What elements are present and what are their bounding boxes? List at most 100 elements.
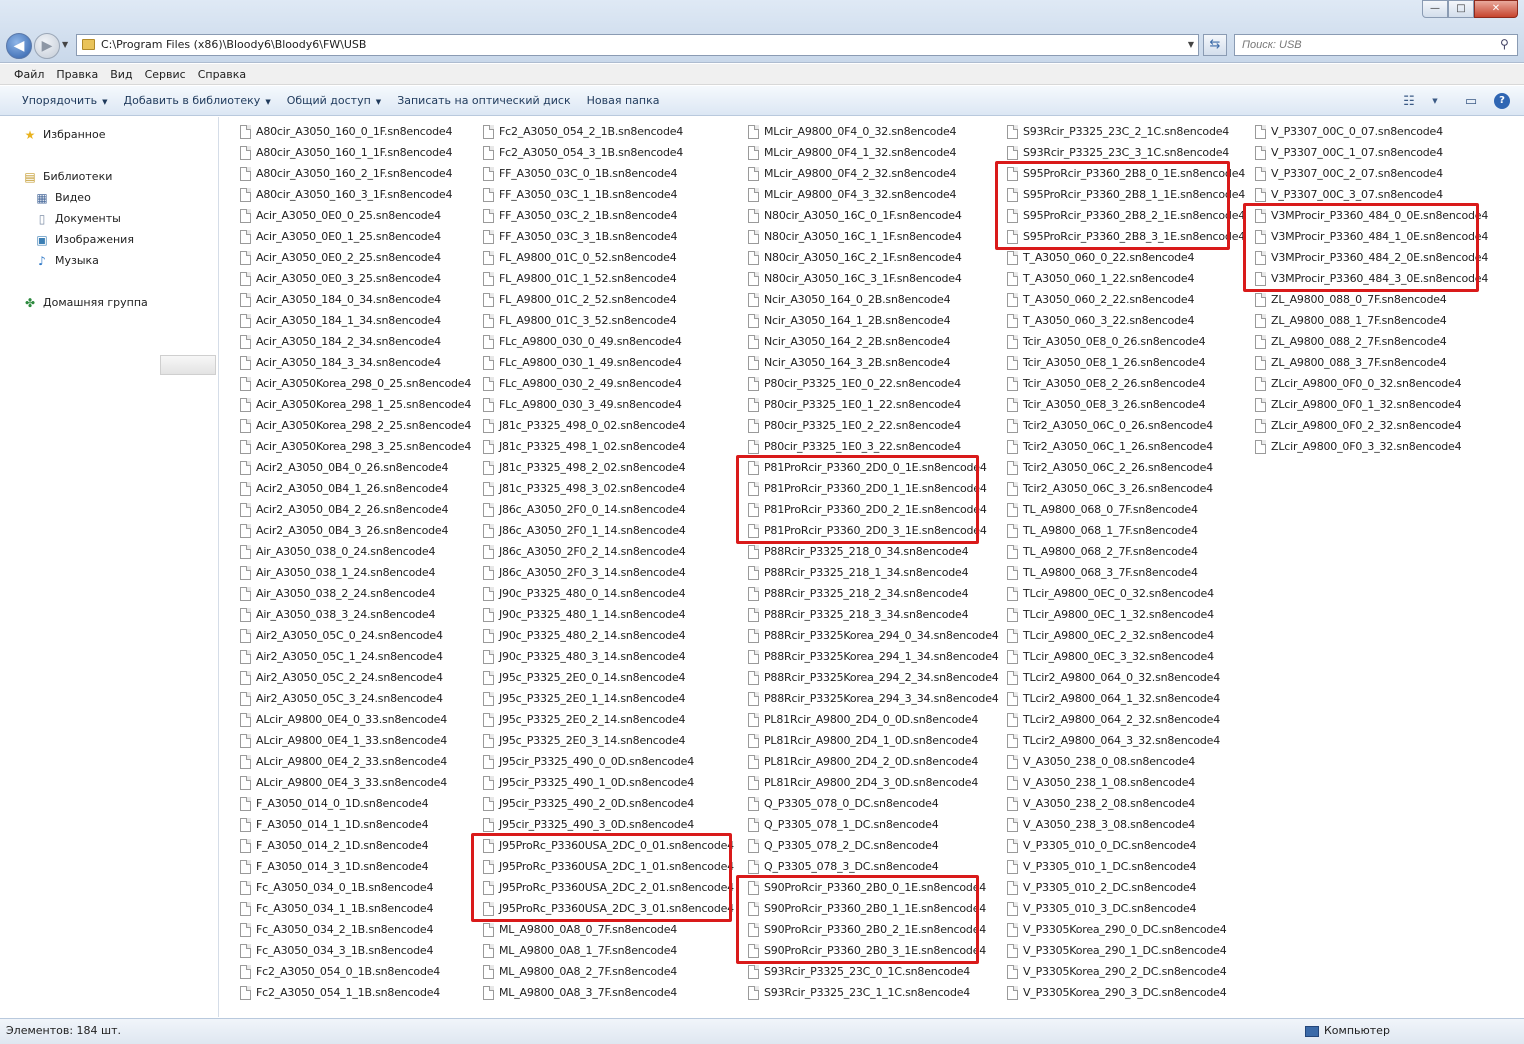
file-item[interactable]: TLcir_A9800_0EC_2_32.sn8encode4 (1007, 625, 1245, 646)
file-item[interactable]: Tcir2_A3050_06C_2_26.sn8encode4 (1007, 457, 1245, 478)
file-item[interactable]: N80cir_A3050_16C_3_1F.sn8encode4 (748, 268, 999, 289)
file-item[interactable]: J86c_A3050_2F0_1_14.sn8encode4 (483, 520, 734, 541)
file-item[interactable]: Ncir_A3050_164_2_2B.sn8encode4 (748, 331, 999, 352)
forward-button[interactable]: ▶ (34, 33, 60, 59)
file-item[interactable]: Fc2_A3050_054_3_1B.sn8encode4 (483, 142, 734, 163)
nav-libraries[interactable]: ▤ Библиотеки (22, 169, 112, 185)
file-item[interactable]: FL_A9800_01C_3_52.sn8encode4 (483, 310, 734, 331)
file-item[interactable]: V_A3050_238_3_08.sn8encode4 (1007, 814, 1245, 835)
file-item[interactable]: V_P3305_010_2_DC.sn8encode4 (1007, 877, 1245, 898)
nav-video[interactable]: ▦ Видео (34, 190, 90, 206)
file-item[interactable]: Fc2_A3050_054_0_1B.sn8encode4 (240, 961, 471, 982)
file-item[interactable]: N80cir_A3050_16C_1_1F.sn8encode4 (748, 226, 999, 247)
file-item[interactable]: Ncir_A3050_164_0_2B.sn8encode4 (748, 289, 999, 310)
file-item[interactable]: Tcir_A3050_0E8_1_26.sn8encode4 (1007, 352, 1245, 373)
file-item[interactable]: Air_A3050_038_1_24.sn8encode4 (240, 562, 471, 583)
minimize-button[interactable]: — (1422, 0, 1448, 18)
file-item[interactable]: PL81Rcir_A9800_2D4_2_0D.sn8encode4 (748, 751, 999, 772)
file-item[interactable]: TLcir2_A9800_064_1_32.sn8encode4 (1007, 688, 1245, 709)
file-item[interactable]: ALcir_A9800_0E4_0_33.sn8encode4 (240, 709, 471, 730)
address-bar[interactable]: C:\Program Files (x86)\Bloody6\Bloody6\F… (76, 34, 1199, 56)
file-item[interactable]: Acir_A3050_184_3_34.sn8encode4 (240, 352, 471, 373)
back-button[interactable]: ◀ (6, 33, 32, 59)
file-item[interactable]: ALcir_A9800_0E4_1_33.sn8encode4 (240, 730, 471, 751)
file-item[interactable]: FLc_A9800_030_3_49.sn8encode4 (483, 394, 734, 415)
nav-images[interactable]: ▣ Изображения (34, 232, 134, 248)
file-item[interactable]: Acir_A3050_0E0_1_25.sn8encode4 (240, 226, 471, 247)
file-item[interactable]: J86c_A3050_2F0_2_14.sn8encode4 (483, 541, 734, 562)
file-item[interactable]: S93Rcir_P3325_23C_1_1C.sn8encode4 (748, 982, 999, 1003)
menu-view[interactable]: Вид (104, 64, 138, 84)
help-icon[interactable]: ? (1494, 93, 1510, 109)
file-item[interactable]: P80cir_P3325_1E0_3_22.sn8encode4 (748, 436, 999, 457)
file-item[interactable]: Tcir2_A3050_06C_3_26.sn8encode4 (1007, 478, 1245, 499)
file-item[interactable]: F_A3050_014_2_1D.sn8encode4 (240, 835, 471, 856)
file-item[interactable]: F_A3050_014_0_1D.sn8encode4 (240, 793, 471, 814)
file-item[interactable]: Acir_A3050_0E0_0_25.sn8encode4 (240, 205, 471, 226)
file-item[interactable]: T_A3050_060_3_22.sn8encode4 (1007, 310, 1245, 331)
file-item[interactable]: FF_A3050_03C_1_1B.sn8encode4 (483, 184, 734, 205)
file-item[interactable]: P88Rcir_P3325_218_1_34.sn8encode4 (748, 562, 999, 583)
file-item[interactable]: S93Rcir_P3325_23C_2_1C.sn8encode4 (1007, 121, 1245, 142)
file-item[interactable]: TLcir2_A9800_064_2_32.sn8encode4 (1007, 709, 1245, 730)
file-item[interactable]: MLcir_A9800_0F4_0_32.sn8encode4 (748, 121, 999, 142)
file-item[interactable]: J90c_P3325_480_0_14.sn8encode4 (483, 583, 734, 604)
file-item[interactable]: FF_A3050_03C_0_1B.sn8encode4 (483, 163, 734, 184)
file-item[interactable]: V_A3050_238_1_08.sn8encode4 (1007, 772, 1245, 793)
burn-button[interactable]: Записать на оптический диск (389, 94, 578, 107)
file-item[interactable]: P88Rcir_P3325Korea_294_0_34.sn8encode4 (748, 625, 999, 646)
file-item[interactable]: J90c_P3325_480_3_14.sn8encode4 (483, 646, 734, 667)
file-item[interactable]: N80cir_A3050_16C_2_1F.sn8encode4 (748, 247, 999, 268)
file-item[interactable]: J95cir_P3325_490_3_0D.sn8encode4 (483, 814, 734, 835)
file-item[interactable]: P88Rcir_P3325Korea_294_3_34.sn8encode4 (748, 688, 999, 709)
file-item[interactable]: MLcir_A9800_0F4_1_32.sn8encode4 (748, 142, 999, 163)
file-item[interactable]: Fc2_A3050_054_2_1B.sn8encode4 (483, 121, 734, 142)
file-item[interactable]: V_P3305Korea_290_1_DC.sn8encode4 (1007, 940, 1245, 961)
file-item[interactable]: PL81Rcir_A9800_2D4_0_0D.sn8encode4 (748, 709, 999, 730)
file-item[interactable]: Tcir_A3050_0E8_3_26.sn8encode4 (1007, 394, 1245, 415)
file-item[interactable]: Air2_A3050_05C_0_24.sn8encode4 (240, 625, 471, 646)
file-item[interactable]: V_P3305Korea_290_0_DC.sn8encode4 (1007, 919, 1245, 940)
file-item[interactable]: J90c_P3325_480_1_14.sn8encode4 (483, 604, 734, 625)
file-item[interactable]: Acir_A3050_184_1_34.sn8encode4 (240, 310, 471, 331)
menu-file[interactable]: Файл (8, 64, 50, 84)
file-item[interactable]: TLcir2_A9800_064_3_32.sn8encode4 (1007, 730, 1245, 751)
file-item[interactable]: Acir_A3050_0E0_3_25.sn8encode4 (240, 268, 471, 289)
file-item[interactable]: J90c_P3325_480_2_14.sn8encode4 (483, 625, 734, 646)
file-item[interactable]: J81c_P3325_498_3_02.sn8encode4 (483, 478, 734, 499)
file-item[interactable]: Q_P3305_078_0_DC.sn8encode4 (748, 793, 999, 814)
file-item[interactable]: Air2_A3050_05C_3_24.sn8encode4 (240, 688, 471, 709)
file-item[interactable]: MLcir_A9800_0F4_2_32.sn8encode4 (748, 163, 999, 184)
file-item[interactable]: P88Rcir_P3325Korea_294_1_34.sn8encode4 (748, 646, 999, 667)
file-item[interactable]: ALcir_A9800_0E4_2_33.sn8encode4 (240, 751, 471, 772)
file-item[interactable]: J81c_P3325_498_0_02.sn8encode4 (483, 415, 734, 436)
file-item[interactable]: S93Rcir_P3325_23C_0_1C.sn8encode4 (748, 961, 999, 982)
file-item[interactable]: Acir_A3050_184_2_34.sn8encode4 (240, 331, 471, 352)
address-path[interactable]: C:\Program Files (x86)\Bloody6\Bloody6\F… (101, 38, 366, 51)
file-item[interactable]: Fc_A3050_034_2_1B.sn8encode4 (240, 919, 471, 940)
file-item[interactable]: V_P3305_010_0_DC.sn8encode4 (1007, 835, 1245, 856)
file-item[interactable]: F_A3050_014_1_1D.sn8encode4 (240, 814, 471, 835)
file-item[interactable]: P80cir_P3325_1E0_0_22.sn8encode4 (748, 373, 999, 394)
file-item[interactable]: ZLcir_A9800_0F0_0_32.sn8encode4 (1255, 373, 1488, 394)
menu-tools[interactable]: Сервис (139, 64, 192, 84)
horizontal-scrollbar[interactable] (160, 355, 216, 375)
search-icon[interactable]: ⚲ (1500, 37, 1509, 51)
file-item[interactable]: Acir2_A3050_0B4_0_26.sn8encode4 (240, 457, 471, 478)
file-item[interactable]: Ncir_A3050_164_1_2B.sn8encode4 (748, 310, 999, 331)
file-item[interactable]: V_P3305Korea_290_2_DC.sn8encode4 (1007, 961, 1245, 982)
file-item[interactable]: TL_A9800_068_1_7F.sn8encode4 (1007, 520, 1245, 541)
close-button[interactable]: ✕ (1474, 0, 1518, 18)
add-to-library-button[interactable]: Добавить в библиотеку ▼ (116, 94, 279, 107)
recent-pages-dropdown[interactable]: ▼ (62, 40, 68, 49)
file-item[interactable]: ZLcir_A9800_0F0_1_32.sn8encode4 (1255, 394, 1488, 415)
nav-music[interactable]: ♪ Музыка (34, 253, 99, 269)
maximize-button[interactable]: □ (1448, 0, 1474, 18)
file-item[interactable]: ZLcir_A9800_0F0_2_32.sn8encode4 (1255, 415, 1488, 436)
file-item[interactable]: TLcir2_A9800_064_0_32.sn8encode4 (1007, 667, 1245, 688)
nav-documents[interactable]: ▯ Документы (34, 211, 121, 227)
file-item[interactable]: V_A3050_238_2_08.sn8encode4 (1007, 793, 1245, 814)
new-folder-button[interactable]: Новая папка (579, 94, 668, 107)
file-item[interactable]: P88Rcir_P3325_218_0_34.sn8encode4 (748, 541, 999, 562)
file-item[interactable]: FF_A3050_03C_3_1B.sn8encode4 (483, 226, 734, 247)
